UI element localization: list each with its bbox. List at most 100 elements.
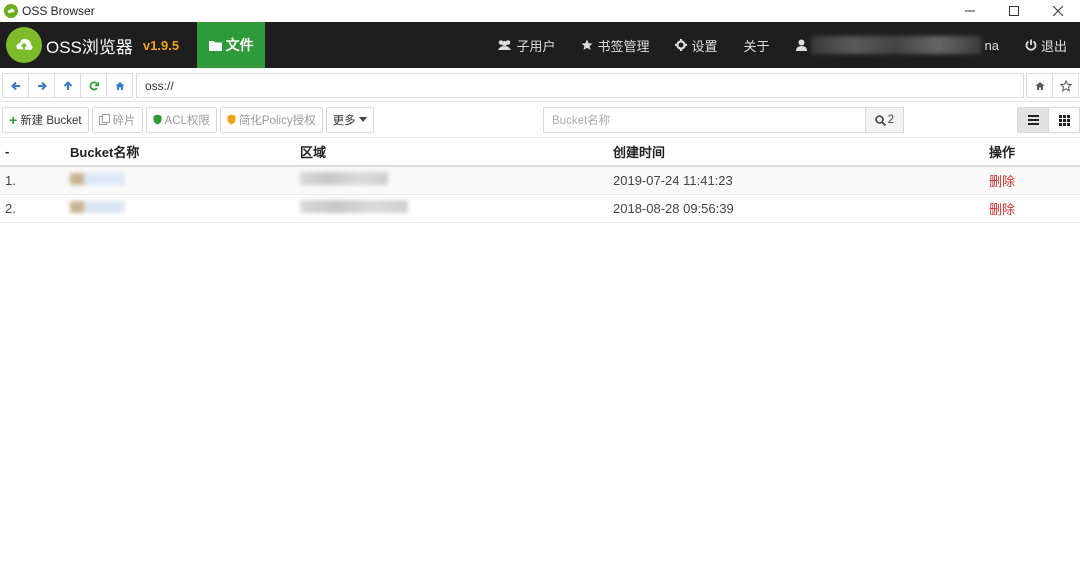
maximize-icon <box>1009 6 1019 16</box>
address-path: oss:// <box>145 78 174 93</box>
nav-about[interactable]: 关于 <box>731 22 783 68</box>
policy-label: 简化Policy授权 <box>238 114 316 127</box>
caret-down-icon <box>358 117 367 122</box>
up-button[interactable] <box>54 73 81 98</box>
nav-files-label: 文件 <box>225 37 254 53</box>
forward-button[interactable] <box>28 73 55 98</box>
bucket-name-redacted[interactable] <box>70 166 300 195</box>
fragments-label: 碎片 <box>112 114 136 127</box>
address-home-button[interactable] <box>1026 73 1053 98</box>
search-icon <box>874 114 886 126</box>
power-icon <box>1025 39 1037 51</box>
close-window-button[interactable] <box>1036 0 1080 22</box>
action-cell: 删除 <box>989 166 1080 195</box>
new-bucket-button[interactable]: + 新建 Bucket <box>2 106 89 133</box>
fragments-button[interactable]: 碎片 <box>91 106 143 133</box>
refresh-button[interactable] <box>80 73 107 98</box>
nav-settings[interactable]: 设置 <box>662 22 730 68</box>
oss-logo-icon <box>6 27 42 63</box>
delete-bucket-link[interactable]: 删除 <box>989 202 1015 217</box>
address-bar: oss:// <box>0 70 1080 102</box>
users-icon <box>498 40 512 50</box>
username-redacted <box>810 36 981 54</box>
nav-logout-label: 退出 <box>1040 38 1067 54</box>
bucket-table: - Bucket名称 区域 创建时间 操作 1. 2019-07-24 11:4… <box>0 138 1080 223</box>
nav-bookmarks[interactable]: 书签管理 <box>568 22 662 68</box>
top-navbar: OSS浏览器 v1.9.5 文件 子用户 书签管理 设置 关于 na 退出 <box>0 22 1080 68</box>
redacted-region <box>300 172 388 186</box>
list-view-button[interactable] <box>1017 107 1049 133</box>
refresh-icon <box>89 81 99 90</box>
nav-files-tab[interactable]: 文件 <box>197 22 266 68</box>
window-title: OSS Browser <box>22 4 95 18</box>
toolbar: + 新建 Bucket 碎片 ACL权限 简化Policy授权 更多 Bucke… <box>0 102 1080 138</box>
fragments-icon <box>98 114 110 125</box>
app-version: v1.9.5 <box>142 37 180 53</box>
header-created-time[interactable]: 创建时间 <box>613 138 989 167</box>
bucket-region-redacted <box>300 194 613 223</box>
nav-settings-label: 设置 <box>691 38 718 54</box>
minimize-button[interactable] <box>948 0 992 22</box>
created-time: 2018-08-28 09:56:39 <box>613 194 989 223</box>
table-row[interactable]: 2. 2018-08-28 09:56:39 删除 <box>0 194 1080 223</box>
address-input[interactable]: oss:// <box>136 73 1024 98</box>
close-icon <box>1053 6 1063 16</box>
redacted-region <box>300 200 408 213</box>
select-all-header[interactable]: - <box>0 138 70 167</box>
shield-icon <box>153 114 162 125</box>
table-row[interactable]: 1. 2019-07-24 11:41:23 删除 <box>0 166 1080 195</box>
app-logo-icon <box>4 4 18 18</box>
acl-label: ACL权限 <box>164 114 210 127</box>
nav-subusers-label: 子用户 <box>516 38 556 54</box>
star-icon <box>581 39 593 50</box>
user-icon <box>795 39 807 51</box>
nav-bookmarks-label: 书签管理 <box>597 38 650 54</box>
home-button[interactable] <box>106 73 133 98</box>
bucket-name-redacted[interactable] <box>70 194 300 223</box>
up-icon <box>63 80 72 90</box>
back-button[interactable] <box>2 73 29 98</box>
row-index: 2. <box>0 194 70 223</box>
plus-icon: + <box>9 111 18 128</box>
bookmark-button[interactable] <box>1052 73 1079 98</box>
maximize-button[interactable] <box>992 0 1036 22</box>
redacted-bucket-name <box>70 200 125 213</box>
delete-bucket-link[interactable]: 删除 <box>989 174 1015 189</box>
minimize-icon <box>965 10 975 12</box>
grid-view-button[interactable] <box>1048 107 1080 133</box>
header-region[interactable]: 区域 <box>300 138 613 167</box>
window-titlebar: OSS Browser <box>0 0 1080 22</box>
forward-icon <box>37 81 47 90</box>
more-dropdown[interactable]: 更多 <box>325 106 374 133</box>
gear-icon <box>675 39 688 51</box>
nav-user[interactable]: na <box>783 22 1012 68</box>
nav-subusers[interactable]: 子用户 <box>484 22 568 68</box>
created-time: 2019-07-24 11:41:23 <box>613 166 989 195</box>
row-index: 1. <box>0 166 70 195</box>
nav-about-label: 关于 <box>743 38 770 54</box>
header-bucket-name[interactable]: Bucket名称 <box>70 138 300 167</box>
bucket-search-input[interactable]: Bucket名称 <box>543 107 866 133</box>
policy-button[interactable]: 简化Policy授权 <box>219 106 323 133</box>
redacted-bucket-name <box>70 172 125 185</box>
more-label: 更多 <box>332 114 356 127</box>
acl-button[interactable]: ACL权限 <box>145 106 217 133</box>
username-suffix: na <box>984 37 999 53</box>
brand-name: OSS浏览器 <box>46 37 133 57</box>
list-view-icon <box>1027 115 1039 125</box>
grid-view-icon <box>1058 114 1070 126</box>
table-header-row: - Bucket名称 区域 创建时间 操作 <box>0 138 1080 167</box>
star-icon <box>1059 79 1072 92</box>
search-result-count: 2 <box>887 114 895 126</box>
back-icon <box>10 81 20 90</box>
shield-icon <box>227 114 236 125</box>
search-placeholder: Bucket名称 <box>552 115 611 127</box>
search-button[interactable]: 2 <box>866 107 904 133</box>
header-action: 操作 <box>989 138 1080 167</box>
new-bucket-label: 新建 Bucket <box>20 114 82 127</box>
brand[interactable]: OSS浏览器 v1.9.5 <box>0 22 197 68</box>
action-cell: 删除 <box>989 194 1080 223</box>
home-icon <box>115 81 124 90</box>
home-icon <box>1035 81 1044 90</box>
nav-logout[interactable]: 退出 <box>1012 22 1080 68</box>
